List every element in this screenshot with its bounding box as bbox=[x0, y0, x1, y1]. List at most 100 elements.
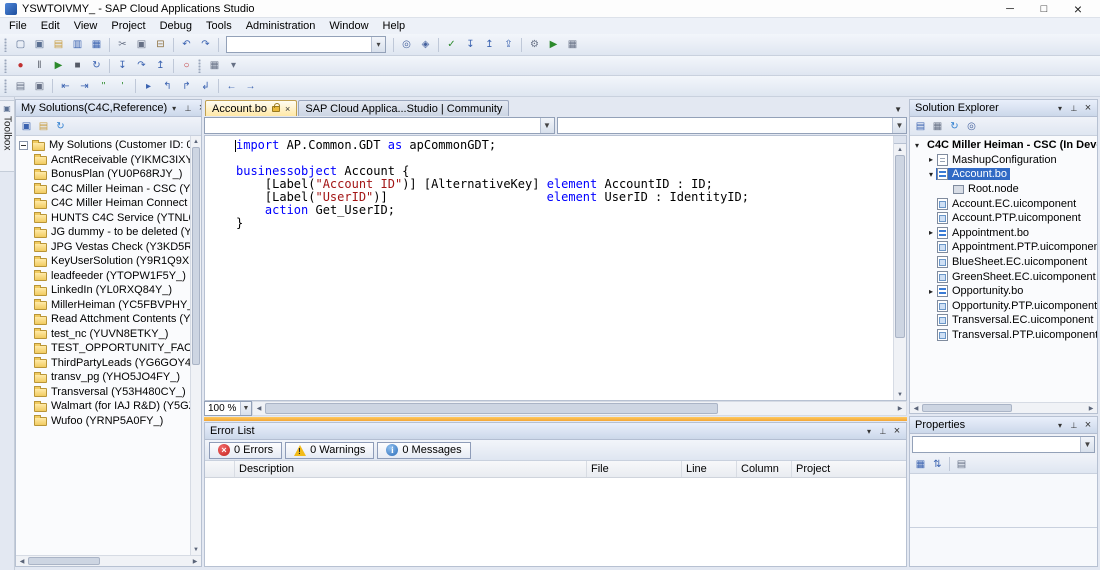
warnings-filter-button[interactable]: 0 Warnings bbox=[285, 442, 374, 459]
menu-item-window[interactable]: Window bbox=[322, 18, 375, 34]
uncomment-icon[interactable]: ' bbox=[113, 77, 132, 95]
solution-tree-item[interactable]: Wufoo (YRNP5A0FY_) bbox=[16, 414, 190, 429]
categorized-icon[interactable]: ▦ bbox=[912, 456, 929, 472]
save-icon[interactable]: ▥ bbox=[68, 36, 87, 54]
chevron-down-icon[interactable]: ▼ bbox=[240, 402, 251, 415]
scroll-right-icon[interactable]: ▶ bbox=[1085, 403, 1097, 413]
increase-indent-icon[interactable]: ⇥ bbox=[75, 77, 94, 95]
chevron-down-icon[interactable]: ▼ bbox=[892, 118, 906, 133]
menu-item-view[interactable]: View bbox=[67, 18, 105, 34]
object-selector-dropdown[interactable]: ▼ bbox=[912, 436, 1095, 453]
close-icon[interactable]: × bbox=[195, 102, 201, 115]
close-icon[interactable]: × bbox=[1081, 102, 1095, 115]
breakpoints-icon[interactable]: ○ bbox=[177, 57, 196, 75]
refresh-icon[interactable]: ↻ bbox=[52, 118, 69, 134]
scrollbar-thumb[interactable] bbox=[265, 403, 718, 414]
pin-icon[interactable]: ⊥ bbox=[876, 425, 890, 438]
menu-item-project[interactable]: Project bbox=[104, 18, 152, 34]
solution-tree-item[interactable]: C4C Miller Heiman - CSC (YSW bbox=[16, 182, 190, 197]
start-debug-icon[interactable]: ▶ bbox=[49, 57, 68, 75]
close-icon[interactable]: × bbox=[890, 425, 904, 438]
step-over-icon[interactable]: ↷ bbox=[132, 57, 151, 75]
options-icon[interactable]: ▦ bbox=[563, 36, 582, 54]
solution-tree-item[interactable]: HUNTS C4C Service (YTNL6EH bbox=[16, 211, 190, 226]
decrease-indent-icon[interactable]: ⇤ bbox=[56, 77, 75, 95]
toolbar-combobox[interactable] bbox=[226, 36, 386, 53]
scroll-up-icon[interactable]: ▲ bbox=[191, 136, 201, 147]
expander-icon[interactable]: ▸ bbox=[926, 155, 936, 164]
solution-explorer-item[interactable]: ▸Appointment.bo bbox=[910, 226, 1097, 241]
find-in-files-icon[interactable]: ◈ bbox=[416, 36, 435, 54]
activate-icon[interactable]: ✓ bbox=[442, 36, 461, 54]
expander-icon[interactable]: ▸ bbox=[926, 228, 936, 237]
solution-explorer-item[interactable]: Opportunity.PTP.uicomponent bbox=[910, 299, 1097, 314]
scroll-right-icon[interactable]: ▶ bbox=[189, 556, 201, 566]
menu-item-debug[interactable]: Debug bbox=[153, 18, 199, 34]
scroll-left-icon[interactable]: ◀ bbox=[16, 556, 28, 566]
infos-filter-button[interactable]: 0 Messages bbox=[377, 442, 470, 459]
check-out-icon[interactable]: ↧ bbox=[461, 36, 480, 54]
chevron-down-icon[interactable]: ▼ bbox=[540, 118, 554, 133]
menu-item-file[interactable]: File bbox=[2, 18, 34, 34]
solution-tree-item[interactable]: ThirdPartyLeads (YG6GOY4EY bbox=[16, 356, 190, 371]
horizontal-splitter[interactable] bbox=[204, 417, 907, 421]
code-editor[interactable]: import AP.Common.GDT as apCommonGDT; bus… bbox=[204, 135, 907, 401]
solutions-horizontal-scrollbar[interactable]: ◀ ▶ bbox=[16, 555, 201, 566]
types-dropdown[interactable]: ▼ bbox=[204, 117, 555, 134]
solution-tree-item[interactable]: AcntReceivable (YIKMC3IXY_) bbox=[16, 153, 190, 168]
next-bookmark-icon[interactable]: ↱ bbox=[177, 77, 196, 95]
menu-item-edit[interactable]: Edit bbox=[34, 18, 67, 34]
navigate-forward-icon[interactable]: → bbox=[241, 77, 260, 95]
solution-tree-item[interactable]: JG dummy - to be deleted (YA bbox=[16, 225, 190, 240]
members-dropdown[interactable]: ▼ bbox=[557, 117, 908, 134]
comment-icon[interactable]: " bbox=[94, 77, 113, 95]
solution-explorer-horizontal-scrollbar[interactable]: ◀ ▶ bbox=[910, 402, 1097, 413]
prev-bookmark-icon[interactable]: ↰ bbox=[158, 77, 177, 95]
redo-icon[interactable]: ↷ bbox=[196, 36, 215, 54]
solution-explorer-item[interactable]: ▸MashupConfiguration bbox=[910, 153, 1097, 168]
solution-explorer-item[interactable]: Transversal.EC.uicomponent bbox=[910, 313, 1097, 328]
column-header-file[interactable]: File bbox=[587, 461, 682, 477]
properties-icon[interactable]: ▤ bbox=[912, 118, 929, 134]
window-menu-icon[interactable]: ▾ bbox=[1053, 419, 1067, 432]
scroll-down-icon[interactable]: ▼ bbox=[191, 544, 201, 555]
clear-bookmarks-icon[interactable]: ↲ bbox=[196, 77, 215, 95]
new-file-icon[interactable]: ▢ bbox=[11, 36, 30, 54]
solution-tree-item[interactable]: KeyUserSolution (Y9R1Q9XUY bbox=[16, 254, 190, 269]
solution-tree-item[interactable]: JPG Vestas Check (Y3KD5RB2Y bbox=[16, 240, 190, 255]
layout-dropdown-icon[interactable]: ▾ bbox=[224, 57, 243, 75]
solution-tree-item[interactable]: LinkedIn (YL0RXQ84Y_) bbox=[16, 283, 190, 298]
errors-filter-button[interactable]: 0 Errors bbox=[209, 442, 282, 459]
solution-tree-item[interactable]: MillerHeiman (YC5FBVPHY_) bbox=[16, 298, 190, 313]
scrollbar-thumb[interactable] bbox=[895, 155, 905, 338]
expander-icon[interactable]: ▾ bbox=[912, 141, 922, 150]
bookmark-icon[interactable]: ▸ bbox=[139, 77, 158, 95]
open-solution-icon[interactable]: ▤ bbox=[35, 118, 52, 134]
step-into-icon[interactable]: ↧ bbox=[113, 57, 132, 75]
solution-tree-item[interactable]: Transversal (Y53H480CY_) bbox=[16, 385, 190, 400]
column-header-project[interactable]: Project bbox=[792, 461, 906, 477]
tab-list-chevron-icon[interactable]: ▼ bbox=[894, 105, 907, 116]
pin-icon[interactable]: ⊥ bbox=[181, 102, 195, 115]
solution-explorer-item[interactable]: Appointment.PTP.uicomponent bbox=[910, 240, 1097, 255]
solution-tree-item[interactable]: Walmart (for IAJ R&D) (Y5GZ1 bbox=[16, 399, 190, 414]
find-icon[interactable]: ◎ bbox=[397, 36, 416, 54]
tab-close-icon[interactable]: × bbox=[285, 104, 290, 114]
menu-item-help[interactable]: Help bbox=[376, 18, 413, 34]
copy-icon[interactable]: ▣ bbox=[132, 36, 151, 54]
check-in-icon[interactable]: ↥ bbox=[480, 36, 499, 54]
step-out-icon[interactable]: ↥ bbox=[151, 57, 170, 75]
window-menu-icon[interactable]: ▾ bbox=[1053, 102, 1067, 115]
solution-explorer-item[interactable]: GreenSheet.EC.uicomponent bbox=[910, 269, 1097, 284]
window-layout-icon[interactable]: ▦ bbox=[205, 57, 224, 75]
solution-explorer-item[interactable]: Account.EC.uicomponent bbox=[910, 196, 1097, 211]
solution-tree-item[interactable]: My Solutions (Customer ID: 00042 bbox=[16, 138, 190, 153]
scroll-down-icon[interactable]: ▼ bbox=[894, 389, 906, 400]
refresh-icon[interactable]: ↻ bbox=[946, 118, 963, 134]
chevron-down-icon[interactable]: ▼ bbox=[1080, 437, 1094, 452]
alphabetical-icon[interactable]: ⇅ bbox=[929, 456, 946, 472]
pin-icon[interactable]: ⊥ bbox=[1067, 419, 1081, 432]
navigate-backward-icon[interactable]: ← bbox=[222, 77, 241, 95]
pin-icon[interactable]: ⊥ bbox=[1067, 102, 1081, 115]
editor-horizontal-scrollbar[interactable]: ◀ ▶ bbox=[252, 401, 907, 416]
